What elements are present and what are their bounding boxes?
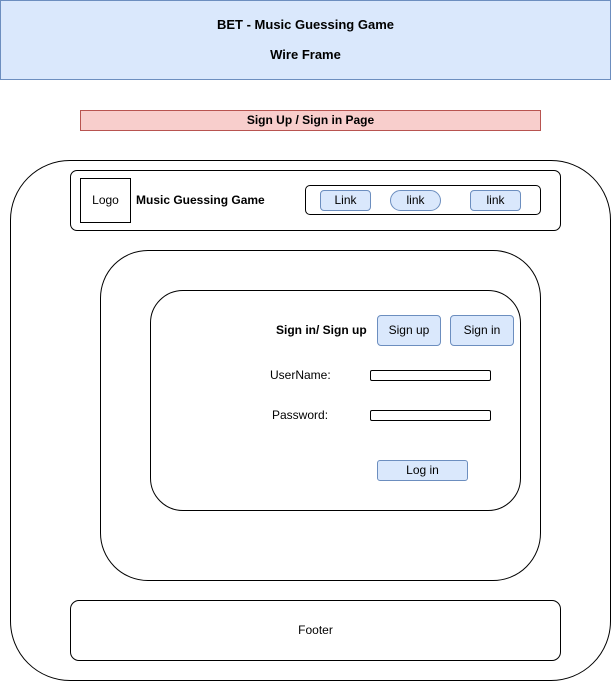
logo[interactable]: Logo [80,178,131,223]
username-label: UserName: [270,368,331,382]
password-label: Password: [272,408,329,422]
password-input[interactable] [370,410,491,421]
site-title: Music Guessing Game [136,193,265,207]
sign-in-button[interactable]: Sign in [450,315,514,346]
login-button[interactable]: Log in [377,460,468,481]
sign-up-button[interactable]: Sign up [377,315,441,346]
diagram-title: BET - Music Guessing Game [217,17,394,32]
nav-link-2[interactable]: link [390,190,441,211]
page-label: Sign Up / Sign in Page [80,110,541,131]
nav-link-1[interactable]: Link [320,190,371,211]
footer: Footer [70,600,561,661]
diagram-subtitle: Wire Frame [270,47,341,62]
title-banner [0,0,611,80]
nav-link-3[interactable]: link [470,190,521,211]
username-input[interactable] [370,370,491,381]
auth-heading: Sign in/ Sign up [276,323,367,337]
